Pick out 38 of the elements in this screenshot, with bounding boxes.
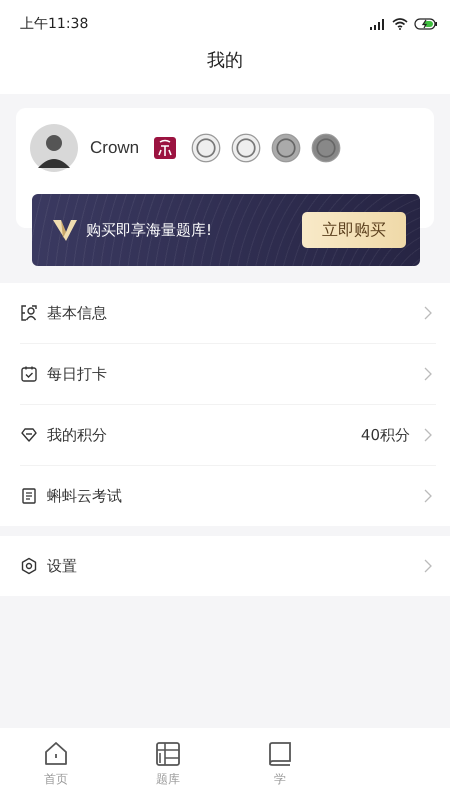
document-icon [20, 487, 38, 505]
chevron-right-icon [424, 306, 432, 320]
menu-item[interactable]: 每日打卡 [20, 344, 436, 405]
emblem-badge-icon [311, 133, 342, 163]
menu-label: 设置 [47, 556, 78, 576]
calendar-check-icon [20, 365, 38, 383]
profile-card-icon [20, 304, 38, 322]
battery-icon [414, 18, 438, 30]
menu-label: 每日打卡 [47, 364, 108, 384]
seal-badge-icon [153, 136, 178, 160]
chevron-right-icon [424, 559, 432, 573]
promo-text: 购买即享海量题库! [86, 220, 214, 240]
menu-label: 我的积分 [47, 426, 108, 444]
user-name: Crown [90, 138, 140, 158]
emblem-badge-icon [231, 133, 262, 163]
chevron-right-icon [424, 489, 432, 503]
menu-item[interactable]: 我的积分 40积分 [20, 405, 436, 466]
menu-label: 基本信息 [47, 304, 108, 322]
chevron-right-icon [424, 428, 432, 442]
points-value: 40积分 [360, 426, 410, 444]
home-icon [43, 740, 69, 766]
page-title: 我的 [207, 49, 243, 72]
menu-item[interactable]: 蝌蚪云考试 [20, 466, 436, 526]
menu-label: 蝌蚪云考试 [47, 486, 123, 506]
books-icon [155, 740, 181, 766]
avatar[interactable] [30, 124, 78, 172]
signal-icon [370, 18, 386, 30]
wifi-icon [392, 18, 408, 30]
diamond-icon [20, 426, 38, 444]
buy-now-button[interactable]: 立即购买 [302, 212, 406, 248]
menu-item[interactable]: 基本信息 [20, 283, 436, 344]
emblem-badge-icon [271, 133, 302, 163]
v-logo-icon [52, 218, 78, 242]
status-time: 上午11:38 [20, 15, 88, 33]
book-icon [267, 740, 293, 766]
emblem-badge-icon [191, 133, 222, 163]
settings-icon [20, 557, 38, 575]
chevron-right-icon [424, 367, 432, 381]
